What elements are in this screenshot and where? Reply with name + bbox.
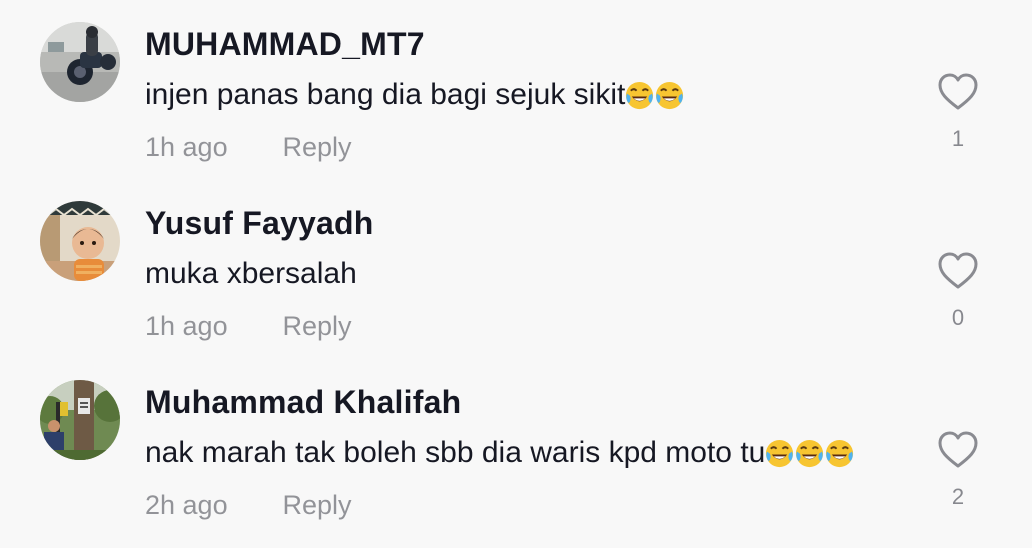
heart-icon[interactable] <box>936 430 980 470</box>
like-count: 0 <box>951 305 965 330</box>
comment-text-body: injen panas bang dia bagi sejuk sikit <box>145 78 626 111</box>
comment-item: MUHAMMAD_MT7 injen panas bang dia bagi s… <box>0 0 1032 170</box>
comment-meta: 1h ago Reply <box>145 311 352 342</box>
comment-item: Yusuf Fayyadh muka xbersalah 1h ago Repl… <box>0 179 1032 349</box>
face-with-tears-of-joy-icon <box>824 438 855 469</box>
comment-meta: 1h ago Reply <box>145 132 352 163</box>
comment-meta: 2h ago Reply <box>145 490 352 521</box>
comment-text-body: nak marah tak boleh sbb dia waris kpd mo… <box>145 436 766 469</box>
reply-button[interactable]: Reply <box>283 132 352 163</box>
reply-button[interactable]: Reply <box>283 311 352 342</box>
outdoor-tree-avatar-image <box>40 380 120 460</box>
like-count: 1 <box>951 126 965 151</box>
motorcycle-rider-avatar-image <box>40 22 120 102</box>
username[interactable]: Yusuf Fayyadh <box>145 205 373 242</box>
comment-text: muka xbersalah <box>145 257 357 291</box>
comment-text-body: muka xbersalah <box>145 257 357 290</box>
comment-text: injen panas bang dia bagi sejuk sikit <box>145 78 685 112</box>
comment-list: MUHAMMAD_MT7 injen panas bang dia bagi s… <box>0 0 1032 548</box>
comment-item: Muhammad Khalifah nak marah tak boleh sb… <box>0 358 1032 528</box>
like-count: 2 <box>951 484 965 509</box>
username[interactable]: MUHAMMAD_MT7 <box>145 26 425 63</box>
heart-icon[interactable] <box>936 251 980 291</box>
avatar[interactable] <box>40 22 120 102</box>
face-with-tears-of-joy-icon <box>654 80 685 111</box>
child-avatar-image <box>40 201 120 281</box>
comment-timestamp: 1h ago <box>145 311 228 341</box>
reply-button[interactable]: Reply <box>283 490 352 521</box>
heart-icon[interactable] <box>936 72 980 112</box>
face-with-tears-of-joy-icon <box>764 438 795 469</box>
face-with-tears-of-joy-icon <box>624 80 655 111</box>
comment-timestamp: 1h ago <box>145 132 228 162</box>
avatar[interactable] <box>40 380 120 460</box>
comment-text: nak marah tak boleh sbb dia waris kpd mo… <box>145 436 855 470</box>
comment-timestamp: 2h ago <box>145 490 228 520</box>
avatar[interactable] <box>40 201 120 281</box>
username[interactable]: Muhammad Khalifah <box>145 384 461 421</box>
face-with-tears-of-joy-icon <box>794 438 825 469</box>
